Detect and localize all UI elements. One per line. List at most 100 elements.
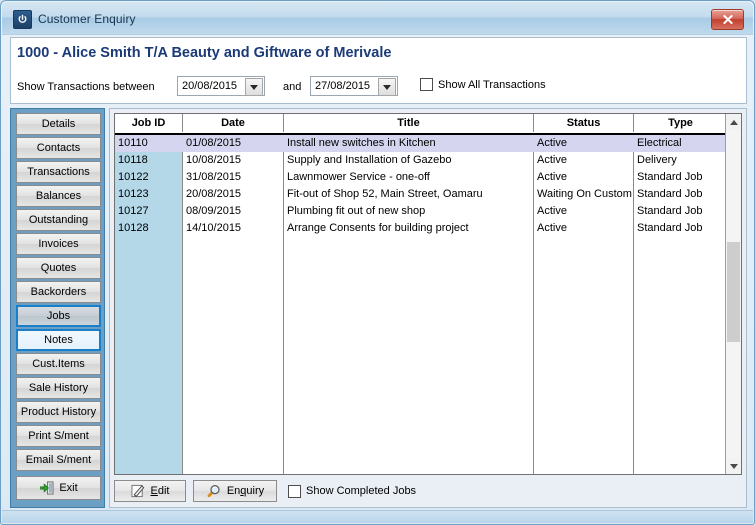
table-row[interactable]: 10118 10/08/2015 Supply and Installation o… xyxy=(115,152,727,169)
sidebar-item-label: Details xyxy=(41,118,76,130)
checkbox-box xyxy=(420,78,433,91)
sidebar-item-quotes[interactable]: Quotes xyxy=(16,257,101,279)
cell-job-id: 10128 xyxy=(118,222,149,234)
column-header-status[interactable]: Status xyxy=(534,114,634,132)
sidebar-item-details[interactable]: Details xyxy=(16,113,101,135)
show-all-transactions-checkbox[interactable]: Show All Transactions xyxy=(420,78,546,91)
sidebar-item-label: Contacts xyxy=(36,142,81,154)
show-completed-jobs-checkbox[interactable]: Show Completed Jobs xyxy=(288,484,417,498)
title-bar: Customer Enquiry xyxy=(2,2,753,35)
close-button[interactable] xyxy=(711,9,744,30)
cell-date: 08/09/2015 xyxy=(186,205,242,217)
exit-button[interactable]: Exit xyxy=(16,476,101,500)
chevron-up-icon xyxy=(729,119,738,125)
sidebar-item-email-s-ment[interactable]: Email S/ment xyxy=(16,449,101,471)
sidebar-item-cust-items[interactable]: Cust.Items xyxy=(16,353,101,375)
navigation-sidebar: Details Contacts Transactions Balances Outst… xyxy=(10,108,105,508)
cell-status: Active xyxy=(537,171,567,183)
date-from-field[interactable]: 20/08/2015 xyxy=(177,76,265,96)
cell-status: Active xyxy=(537,205,567,217)
cell-job-id: 10127 xyxy=(118,205,149,217)
cell-type: Delivery xyxy=(637,154,677,166)
sidebar-item-label: Outstanding xyxy=(28,214,89,226)
chevron-down-icon xyxy=(729,463,738,469)
sidebar-item-backorders[interactable]: Backorders xyxy=(16,281,101,303)
show-all-transactions-label: Show All Transactions xyxy=(438,78,546,91)
sidebar-item-label: Product History xyxy=(20,406,97,418)
sidebar-item-label: Backorders xyxy=(30,286,87,298)
sidebar-item-label: Transactions xyxy=(27,166,90,178)
sidebar-item-label: Cust.Items xyxy=(32,358,85,370)
chevron-down-icon xyxy=(383,84,391,90)
cell-title: Plumbing fit out of new shop xyxy=(287,205,426,217)
cell-type: Standard Job xyxy=(637,171,703,183)
enquiry-button[interactable]: Enquiry xyxy=(193,480,277,502)
customer-header-panel: 1000 - Alice Smith T/A Beauty and Giftwa… xyxy=(10,37,747,104)
column-header-job-id[interactable]: Job ID xyxy=(115,114,183,132)
cell-type: Standard Job xyxy=(637,222,703,234)
status-bar xyxy=(2,510,753,523)
sidebar-item-invoices[interactable]: Invoices xyxy=(16,233,101,255)
jobs-main-panel: Job ID Date Title Status Type 10110 01/08/201… xyxy=(109,108,747,508)
cell-date: 10/08/2015 xyxy=(186,154,242,166)
page-title: 1000 - Alice Smith T/A Beauty and Giftwa… xyxy=(17,45,392,61)
sidebar-item-jobs[interactable]: Jobs xyxy=(16,305,101,327)
table-row[interactable]: 10122 31/08/2015 Lawnmower Service - one-o… xyxy=(115,169,727,186)
jobs-grid-body: 10110 01/08/2015 Install new switches in K… xyxy=(115,135,727,474)
column-header-title[interactable]: Title xyxy=(284,114,534,132)
transaction-filter-row: Show Transactions between 20/08/2015 and… xyxy=(17,76,737,98)
cell-status: Active xyxy=(537,154,567,166)
table-row[interactable]: 10110 01/08/2015 Install new switches in K… xyxy=(115,135,727,152)
scroll-up-button[interactable] xyxy=(726,114,741,130)
sidebar-item-transactions[interactable]: Transactions xyxy=(16,161,101,183)
cell-job-id: 10123 xyxy=(118,188,149,200)
sidebar-item-notes[interactable]: Notes xyxy=(16,329,101,351)
cell-title: Arrange Consents for building project xyxy=(287,222,469,234)
cell-status: Active xyxy=(537,222,567,234)
cell-title: Install new switches in Kitchen xyxy=(287,137,436,149)
column-header-type[interactable]: Type xyxy=(634,114,727,132)
cell-type: Standard Job xyxy=(637,205,703,217)
edit-button[interactable]: Edit xyxy=(114,480,186,502)
exit-label: Exit xyxy=(59,482,78,494)
cell-date: 31/08/2015 xyxy=(186,171,242,183)
date-from-value: 20/08/2015 xyxy=(182,80,238,92)
sidebar-item-label: Invoices xyxy=(38,238,79,250)
cell-date: 01/08/2015 xyxy=(186,137,242,149)
sidebar-item-product-history[interactable]: Product History xyxy=(16,401,101,423)
table-row[interactable]: 10123 20/08/2015 Fit-out of Shop 52, Main … xyxy=(115,186,727,203)
cell-type: Standard Job xyxy=(637,188,703,200)
sidebar-item-balances[interactable]: Balances xyxy=(16,185,101,207)
date-to-value: 27/08/2015 xyxy=(315,80,371,92)
show-completed-jobs-label: Show Completed Jobs xyxy=(306,485,417,497)
magnifier-icon xyxy=(207,484,220,498)
customer-enquiry-window: Customer Enquiry 1000 - Alice Smith T/A … xyxy=(0,0,755,525)
jobs-grid[interactable]: Job ID Date Title Status Type 10110 01/08/201… xyxy=(114,113,742,475)
scrollbar-thumb[interactable] xyxy=(727,242,740,342)
sidebar-item-label: Quotes xyxy=(40,262,77,274)
sidebar-item-contacts[interactable]: Contacts xyxy=(16,137,101,159)
sidebar-item-label: Sale History xyxy=(28,382,89,394)
column-header-date[interactable]: Date xyxy=(183,114,284,132)
sidebar-item-sale-history[interactable]: Sale History xyxy=(16,377,101,399)
scroll-down-button[interactable] xyxy=(726,458,741,474)
show-transactions-label: Show Transactions between xyxy=(17,81,155,93)
sidebar-item-label: Notes xyxy=(44,334,73,346)
table-row[interactable]: 10127 08/09/2015 Plumbing fit out of new s… xyxy=(115,203,727,220)
date-from-dropdown-button[interactable] xyxy=(245,78,263,96)
cell-date: 20/08/2015 xyxy=(186,188,242,200)
sidebar-item-print-s-ment[interactable]: Print S/ment xyxy=(16,425,101,447)
sidebar-item-label: Balances xyxy=(35,190,82,202)
cell-type: Electrical xyxy=(637,137,682,149)
cell-date: 14/10/2015 xyxy=(186,222,242,234)
exit-door-icon xyxy=(40,481,54,495)
table-row[interactable]: 10128 14/10/2015 Arrange Consents for buil… xyxy=(115,220,727,237)
cell-job-id: 10118 xyxy=(118,154,148,166)
date-to-field[interactable]: 27/08/2015 xyxy=(310,76,398,96)
cell-job-id: 10110 xyxy=(118,137,148,149)
date-to-dropdown-button[interactable] xyxy=(378,78,396,96)
jobs-grid-scrollbar[interactable] xyxy=(725,114,741,474)
cell-status: Active xyxy=(537,137,567,149)
sidebar-item-outstanding[interactable]: Outstanding xyxy=(16,209,101,231)
pencil-edit-icon xyxy=(130,484,144,498)
